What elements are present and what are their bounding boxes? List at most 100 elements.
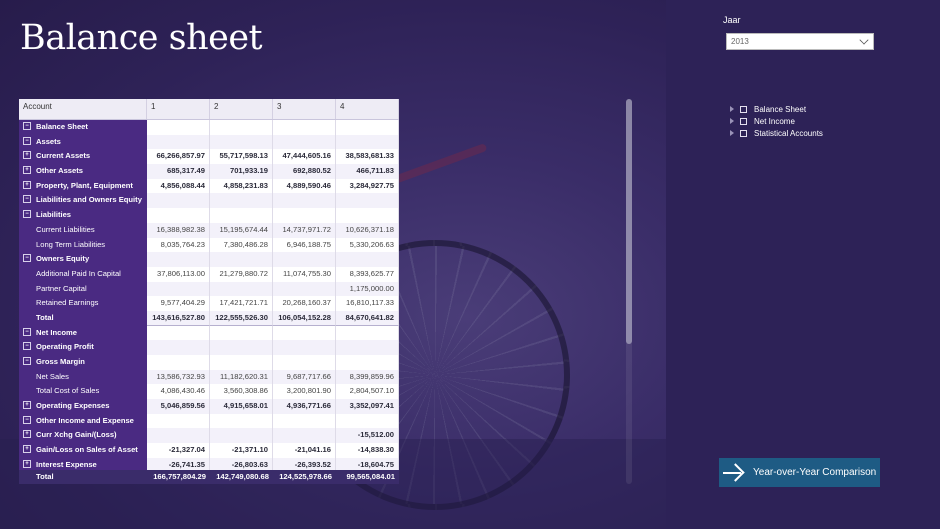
year-slicer-value: 2013 [731,37,749,46]
balance-matrix[interactable]: Account 1 2 3 4 − Balance Sheet − Assets + Cu… [19,99,399,484]
expand-plus-icon[interactable]: + [23,430,31,439]
collapse-minus-icon[interactable]: − [23,136,31,145]
matrix-row[interactable]: Additional Paid In Capital 37,806,113.00 2… [19,266,399,282]
expand-plus-icon[interactable]: + [23,401,31,410]
row-account-cell: Total [19,310,147,326]
row-value-col-4: 3,284,927.75 [336,178,399,194]
tree-item-balance-sheet[interactable]: Balance Sheet [730,103,823,115]
collapse-minus-icon[interactable]: − [23,357,31,365]
matrix-row[interactable]: + Property, Plant, Equipment 4,856,088.44 4… [19,178,399,194]
collapse-minus-icon[interactable]: − [23,327,31,336]
expand-plus-icon[interactable]: + [23,180,31,189]
collapse-minus-icon[interactable]: − [23,342,31,351]
row-account-cell: − Liabilities and Owners Equity [19,193,147,209]
expand-triangle-icon[interactable] [730,106,734,112]
scrollbar-thumb[interactable] [626,99,632,344]
row-value-col-2: 15,195,674.44 [210,222,273,238]
row-value-col-4 [336,252,399,267]
row-label: Total [36,312,54,322]
matrix-row[interactable]: − Net Income [19,325,399,341]
matrix-row[interactable]: Net Sales 13,586,732.93 11,182,620.31 9,687… [19,369,399,385]
checkbox[interactable] [740,105,747,113]
row-value-col-3 [273,252,336,267]
row-value-col-4 [336,134,399,150]
collapse-minus-icon[interactable]: − [23,195,31,204]
matrix-row[interactable]: − Balance Sheet [19,120,399,135]
collapse-minus-icon[interactable]: − [23,210,31,219]
total-col-1: 166,757,804.29 [147,470,210,484]
row-label: Operating Profit [36,342,94,352]
row-value-col-1: -21,327.04 [147,443,210,458]
account-tree-slicer: Balance Sheet Net Income Statistical Acc… [730,103,823,139]
row-value-col-3: 106,054,152.28 [273,310,336,326]
matrix-row[interactable]: Retained Earnings 9,577,404.29 17,421,721.… [19,296,399,311]
row-value-col-2 [210,355,273,370]
expand-plus-icon[interactable]: + [23,151,31,160]
header-col-2[interactable]: 2 [210,99,273,119]
expand-plus-icon[interactable]: + [23,445,31,454]
row-value-col-2 [210,208,273,223]
matrix-row[interactable]: Long Term Liabilities 8,035,764.23 7,380,4… [19,237,399,253]
matrix-row[interactable]: + Current Assets 66,266,857.97 55,717,598.1… [19,149,399,165]
matrix-row[interactable]: + Curr Xchg Gain/(Loss) -15,512.00 [19,428,399,444]
collapse-minus-icon[interactable]: − [23,254,31,263]
tree-item-net-income[interactable]: Net Income [730,115,823,127]
expand-triangle-icon[interactable] [730,130,734,136]
collapse-minus-icon[interactable]: − [23,122,31,130]
row-label: Gain/Loss on Sales of Asset [36,445,138,455]
row-value-col-1 [147,281,210,297]
row-account-cell: + Operating Expenses [19,399,147,414]
header-col-3[interactable]: 3 [273,99,336,119]
row-value-col-4: 466,711.83 [336,164,399,179]
matrix-row[interactable]: − Liabilities [19,208,399,223]
row-value-col-2: 3,560,308.86 [210,384,273,400]
matrix-row[interactable]: + Other Assets 685,317.49 701,933.19 692,880… [19,164,399,179]
row-value-col-1: 8,035,764.23 [147,237,210,253]
matrix-row[interactable]: + Gain/Loss on Sales of Asset -21,327.04 -2… [19,443,399,458]
row-account-cell: Net Sales [19,369,147,385]
page-title: Balance sheet [20,18,263,58]
matrix-row[interactable]: − Liabilities and Owners Equity [19,193,399,209]
row-account-cell: Current Liabilities [19,222,147,238]
expand-plus-icon[interactable]: + [23,459,31,468]
row-label: Current Liabilities [36,224,95,234]
yoy-comparison-button[interactable]: Year-over-Year Comparison [719,458,880,487]
checkbox[interactable] [740,129,747,137]
matrix-row[interactable]: Total 143,616,527.80 122,555,526.30 106,054… [19,310,399,326]
matrix-row[interactable]: + Operating Expenses 5,046,859.56 4,915,658… [19,399,399,414]
row-label: Curr Xchg Gain/(Loss) [36,430,117,440]
matrix-row[interactable]: Current Liabilities 16,388,982.38 15,195,6… [19,222,399,238]
matrix-row[interactable]: Total Cost of Sales 4,086,430.46 3,560,308… [19,384,399,400]
chevron-down-icon [859,35,869,45]
row-label: Other Assets [36,166,83,176]
tree-item-statistical-accounts[interactable]: Statistical Accounts [730,127,823,139]
header-col-1[interactable]: 1 [147,99,210,119]
checkbox[interactable] [740,117,747,125]
row-value-col-1 [147,428,210,444]
matrix-row[interactable]: − Owners Equity [19,252,399,267]
row-label: Long Term Liabilities [36,239,106,249]
row-account-cell: − Operating Profit [19,340,147,355]
row-label: Liabilities [36,210,72,220]
row-label: Operating Expenses [36,401,110,411]
row-label: Net Sales [36,371,69,381]
row-value-col-1 [147,120,210,135]
row-value-col-4: 1,175,000.00 [336,281,399,297]
header-account[interactable]: Account [19,99,147,119]
header-col-4[interactable]: 4 [336,99,399,119]
expand-triangle-icon[interactable] [730,118,734,124]
row-value-col-4: 2,804,507.10 [336,384,399,400]
row-value-col-1 [147,355,210,370]
collapse-minus-icon[interactable]: − [23,415,31,424]
matrix-scrollbar[interactable] [626,99,632,484]
matrix-row[interactable]: − Assets [19,134,399,150]
year-slicer-dropdown[interactable]: 2013 [726,33,874,50]
matrix-row[interactable]: − Operating Profit [19,340,399,355]
row-value-col-2: 55,717,598.13 [210,149,273,165]
expand-plus-icon[interactable]: + [23,166,31,175]
year-slicer-label: Jaar [723,15,741,25]
row-label: Net Income [36,327,77,337]
matrix-row[interactable]: − Gross Margin [19,355,399,370]
matrix-row[interactable]: − Other Income and Expense [19,413,399,429]
matrix-row[interactable]: Partner Capital 1,175,000.00 [19,281,399,297]
